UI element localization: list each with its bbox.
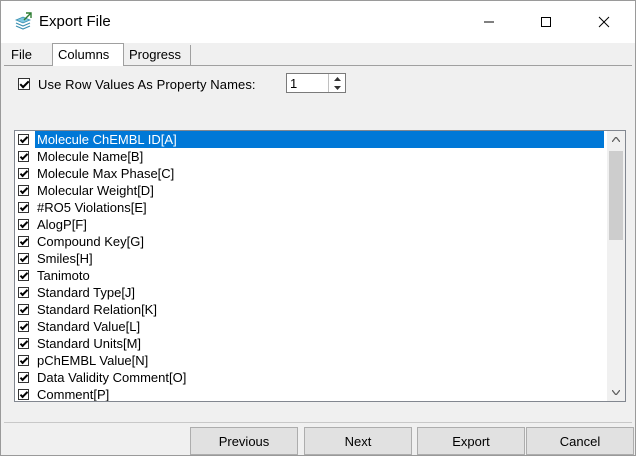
chevron-up-icon [612, 137, 620, 142]
use-row-values-option[interactable]: Use Row Values As Property Names: [18, 74, 256, 94]
column-label: Standard Type[J] [37, 285, 136, 300]
caret-up-icon [333, 76, 341, 81]
use-row-values-label: Use Row Values As Property Names: [38, 76, 256, 92]
column-item[interactable]: Molecule Max Phase[C] [15, 165, 604, 182]
column-label: Molecular Weight[D] [37, 183, 154, 198]
column-item[interactable]: Data Validity Comment[O] [15, 369, 604, 386]
vertical-scrollbar[interactable] [607, 131, 625, 401]
column-item[interactable]: Molecule Name[B] [15, 148, 604, 165]
column-checkbox[interactable] [18, 270, 29, 281]
scroll-down-button[interactable] [607, 384, 625, 401]
column-item[interactable]: #RO5 Violations[E] [15, 199, 604, 216]
chevron-down-icon [612, 390, 620, 395]
previous-button[interactable]: Previous [190, 427, 298, 455]
scroll-up-button[interactable] [607, 131, 625, 148]
column-item[interactable]: Standard Type[J] [15, 284, 604, 301]
column-item[interactable]: Standard Value[L] [15, 318, 604, 335]
column-item[interactable]: pChEMBL Value[N] [15, 352, 604, 369]
close-button[interactable] [575, 1, 633, 43]
column-checkbox[interactable] [18, 372, 29, 383]
column-checklist: Comment[P] Data Validity Comment[O] pChEMB… [14, 130, 626, 402]
column-label: Data Validity Comment[O] [37, 370, 187, 385]
column-label: Compound Key[G] [37, 234, 144, 249]
column-item[interactable]: Molecule ChEMBL ID[A] [15, 131, 604, 148]
column-checkbox[interactable] [18, 168, 29, 179]
column-label: Standard Value[L] [37, 319, 141, 334]
scroll-thumb[interactable] [609, 151, 623, 240]
columns-panel: Use Row Values As Property Names: 1 Comm… [4, 66, 632, 421]
column-label: Tanimoto [37, 268, 90, 283]
column-checkbox[interactable] [18, 134, 29, 145]
column-item[interactable]: Standard Units[M] [15, 335, 604, 352]
use-row-values-checkbox[interactable] [18, 78, 30, 90]
column-item[interactable]: Standard Relation[K] [15, 301, 604, 318]
maximize-icon [541, 17, 551, 27]
button-bar: Previous Next Export Cancel [4, 422, 634, 456]
column-item[interactable]: Tanimoto [15, 267, 604, 284]
column-label: Molecule Name[B] [37, 149, 144, 164]
row-value-spinner[interactable]: 1 [286, 73, 346, 93]
tab-file[interactable]: File [6, 45, 46, 65]
row-value-input[interactable]: 1 [290, 76, 297, 91]
column-checkbox[interactable] [18, 287, 29, 298]
column-item[interactable]: AlogP[F] [15, 216, 604, 233]
column-checkbox[interactable] [18, 151, 29, 162]
minimize-icon [484, 21, 494, 23]
maximize-button[interactable] [517, 1, 575, 43]
column-label: #RO5 Violations[E] [37, 200, 147, 215]
column-checkbox[interactable] [18, 236, 29, 247]
column-label: Smiles[H] [37, 251, 93, 266]
caret-down-icon [333, 85, 341, 90]
export-button[interactable]: Export [417, 427, 525, 455]
title-bar: Export File [1, 1, 635, 43]
tab-progress[interactable]: Progress [124, 45, 191, 65]
column-label: pChEMBL Value[N] [37, 353, 149, 368]
spin-up-button[interactable] [329, 74, 345, 83]
column-checkbox[interactable] [18, 338, 29, 349]
tab-columns[interactable]: Columns [52, 43, 124, 66]
column-checkbox[interactable] [18, 355, 29, 366]
column-item[interactable]: Compound Key[G] [15, 233, 604, 250]
spin-down-button[interactable] [329, 83, 345, 92]
cancel-button[interactable]: Cancel [526, 427, 634, 455]
app-icon [13, 12, 33, 32]
column-label: Standard Units[M] [37, 336, 142, 351]
column-item[interactable]: Comment[P] [15, 386, 604, 402]
column-checkbox[interactable] [18, 202, 29, 213]
column-label: Molecule ChEMBL ID[A] [35, 131, 604, 148]
column-item[interactable]: Smiles[H] [15, 250, 604, 267]
column-checkbox[interactable] [18, 304, 29, 315]
column-label: Molecule Max Phase[C] [37, 166, 175, 181]
export-file-dialog: Export File File Columns Progress Use Ro… [0, 0, 636, 456]
window-title: Export File [39, 13, 111, 30]
column-label: AlogP[F] [37, 217, 87, 232]
minimize-button[interactable] [460, 1, 518, 43]
column-checkbox[interactable] [18, 253, 29, 264]
column-label: Standard Relation[K] [37, 302, 157, 317]
column-checkbox[interactable] [18, 389, 29, 400]
tab-strip: File Columns Progress [4, 43, 632, 66]
column-checkbox[interactable] [18, 185, 29, 196]
close-icon [598, 16, 610, 28]
next-button[interactable]: Next [304, 427, 412, 455]
spinner-buttons [328, 74, 345, 92]
column-checkbox[interactable] [18, 321, 29, 332]
column-item[interactable]: Molecular Weight[D] [15, 182, 604, 199]
column-label: Comment[P] [37, 387, 110, 402]
column-checkbox[interactable] [18, 219, 29, 230]
